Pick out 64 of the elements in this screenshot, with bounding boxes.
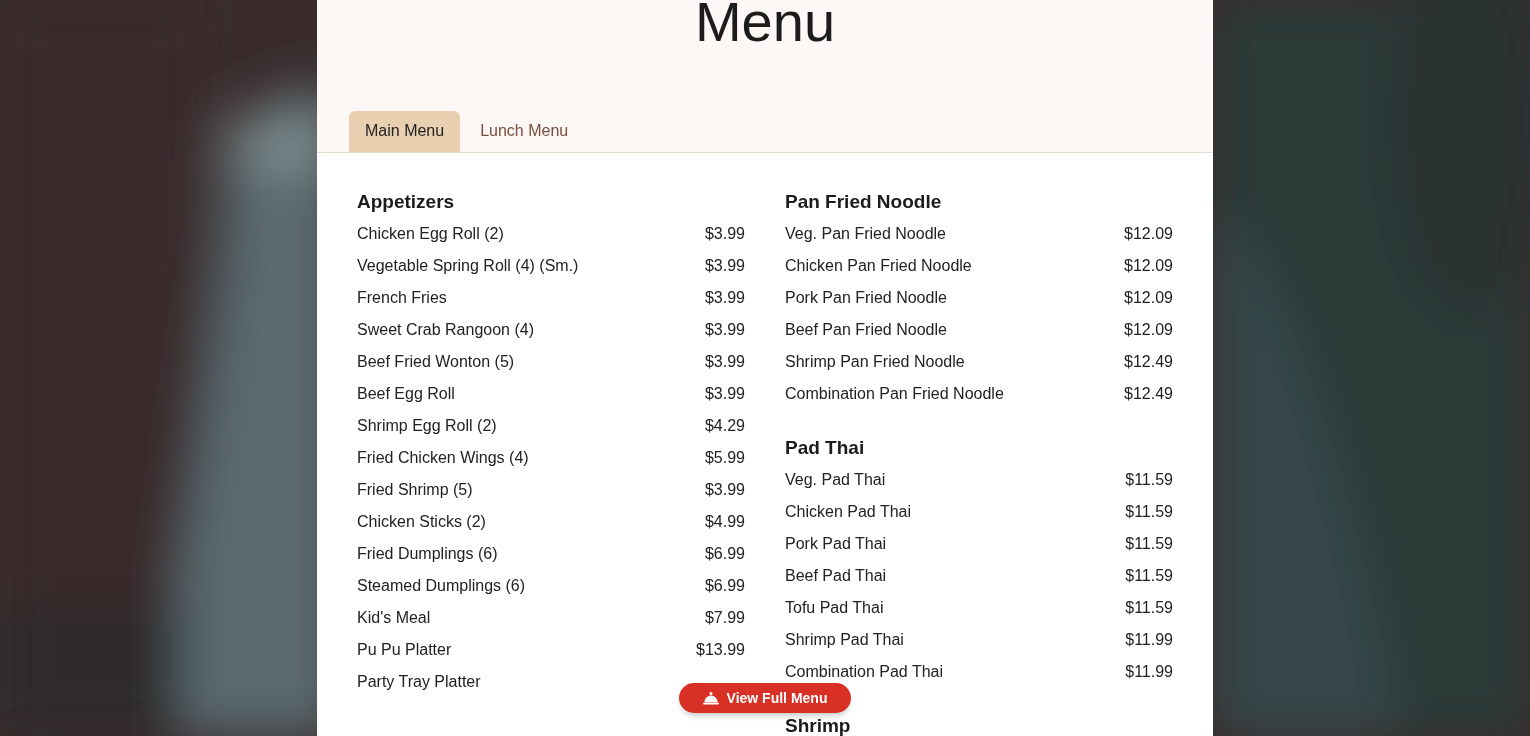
item-name: Beef Fried Wonton (5) bbox=[357, 355, 515, 369]
item-price: $12.09 bbox=[1124, 323, 1173, 337]
item-price: $3.99 bbox=[704, 483, 745, 497]
item-price: $6.99 bbox=[704, 579, 745, 593]
item-price: $3.99 bbox=[704, 291, 745, 305]
menu-tab[interactable]: Main Menu bbox=[349, 111, 461, 152]
item-price: $12.49 bbox=[1124, 387, 1173, 401]
item-name: Pork Pad Thai bbox=[785, 537, 887, 551]
item-name: Combination Pad Thai bbox=[785, 665, 944, 679]
item-name: Fried Chicken Wings (4) bbox=[357, 451, 529, 465]
item-price: $7.99 bbox=[704, 611, 745, 625]
item-price: $11.59 bbox=[1125, 505, 1173, 519]
item-price: $3.99 bbox=[704, 259, 745, 273]
item-price: $11.99 bbox=[1125, 665, 1173, 679]
item-name: Fried Dumplings (6) bbox=[357, 547, 498, 561]
item-price: $12.09 bbox=[1124, 227, 1173, 241]
item-name: Tofu Pad Thai bbox=[785, 601, 884, 615]
item-name: Kid's Meal bbox=[357, 611, 431, 625]
item-name: Veg. Pan Fried Noodle bbox=[785, 227, 946, 241]
item-price: $12.09 bbox=[1124, 259, 1173, 273]
page-title: Menu bbox=[694, 0, 836, 50]
item-name: Chicken Egg Roll (2) bbox=[357, 227, 504, 241]
item-name: Pu Pu Platter bbox=[357, 643, 452, 657]
item-price: $6.99 bbox=[704, 547, 745, 561]
section-title: Pan Fried Noodle bbox=[785, 193, 943, 211]
item-price: $11.59 bbox=[1125, 537, 1173, 551]
item-name: Beef Pan Fried Noodle bbox=[785, 323, 947, 337]
item-price: $4.99 bbox=[704, 515, 745, 529]
item-name: Sweet Crab Rangoon (4) bbox=[357, 323, 534, 337]
section-title: Appetizers bbox=[357, 193, 456, 211]
item-price: $11.99 bbox=[1125, 633, 1173, 647]
item-name: Shrimp Pan Fried Noodle bbox=[785, 355, 965, 369]
item-name: Party Tray Platter bbox=[357, 675, 481, 689]
item-name: Chicken Sticks (2) bbox=[357, 515, 486, 529]
item-price: $3.99 bbox=[704, 227, 745, 241]
item-price: $11.59 bbox=[1125, 601, 1173, 615]
item-name: French Fries bbox=[357, 291, 447, 305]
item-price: $12.49 bbox=[1124, 355, 1173, 369]
cloche-icon bbox=[702, 691, 719, 705]
item-name: Steamed Dumplings (6) bbox=[357, 579, 526, 593]
item-name: Fried Shrimp (5) bbox=[357, 483, 473, 497]
item-name: Shrimp Pad Thai bbox=[785, 633, 904, 647]
item-name: Chicken Pad Thai bbox=[785, 505, 911, 519]
item-price: $11.59 bbox=[1125, 473, 1173, 487]
section-title: Shrimp bbox=[785, 717, 852, 735]
item-name: Vegetable Spring Roll (4) (Sm.) bbox=[357, 259, 579, 273]
item-price: $4.29 bbox=[704, 419, 745, 433]
menu-tab[interactable]: Lunch Menu bbox=[464, 111, 585, 152]
item-name: Shrimp Egg Roll (2) bbox=[357, 419, 497, 433]
item-name: Pork Pan Fried Noodle bbox=[785, 291, 947, 305]
item-price: $3.99 bbox=[704, 387, 745, 401]
item-name: Veg. Pad Thai bbox=[785, 473, 886, 487]
item-price: $12.09 bbox=[1124, 291, 1173, 305]
item-name: Beef Egg Roll bbox=[357, 387, 455, 401]
item-price: $11.59 bbox=[1125, 569, 1173, 583]
item-name: Combination Pan Fried Noodle bbox=[785, 387, 1004, 401]
item-name: Beef Pad Thai bbox=[785, 569, 887, 583]
item-price: $5.99 bbox=[704, 451, 745, 465]
item-price: $13.99 bbox=[696, 643, 745, 657]
item-price: $3.99 bbox=[704, 355, 745, 369]
item-price: $3.99 bbox=[704, 323, 745, 337]
item-name: Chicken Pan Fried Noodle bbox=[785, 259, 972, 273]
section-title: Pad Thai bbox=[785, 439, 866, 457]
view-full-menu-button[interactable]: View Full Menu bbox=[679, 683, 851, 713]
